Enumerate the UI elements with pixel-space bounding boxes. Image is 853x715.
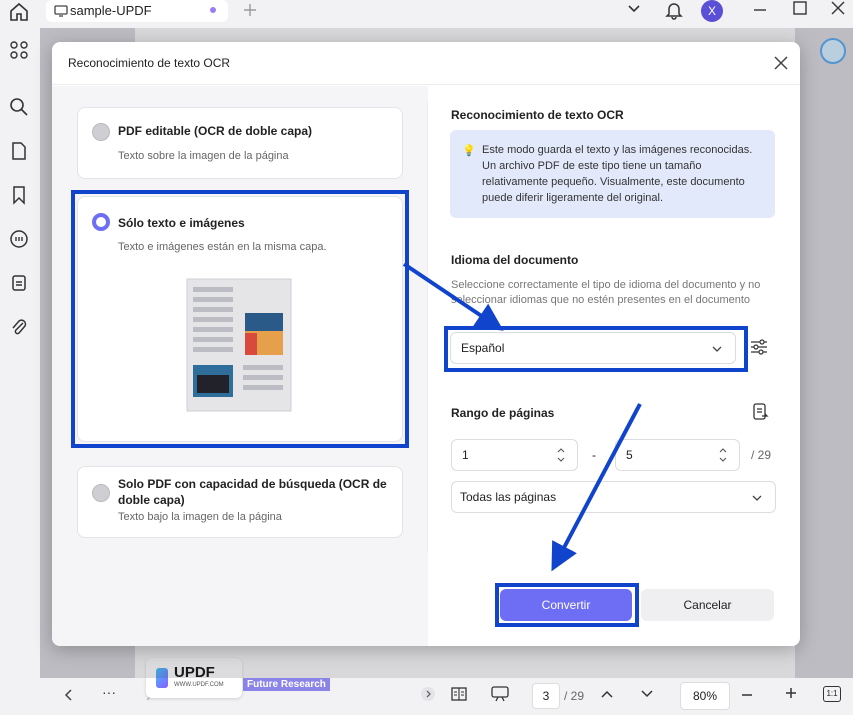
bell-icon[interactable]: [664, 0, 684, 20]
title-bar: sample-UPDF X: [0, 0, 853, 28]
page-controls: 3 / 29 80% 1:1: [412, 678, 853, 715]
left-toolbar: [0, 28, 40, 715]
divider: [52, 84, 800, 85]
close-icon[interactable]: [770, 52, 792, 74]
option-editable-pdf[interactable]: PDF editable (OCR de doble capa) Texto s…: [77, 107, 403, 179]
new-tab-icon[interactable]: [242, 2, 258, 18]
bottom-toolbar: ··· UPDF WWW.UPDF.COM Future Research 3 …: [0, 658, 853, 715]
page-icon[interactable]: [9, 141, 29, 161]
minimize-icon[interactable]: [752, 3, 768, 17]
apps-grid-icon[interactable]: [9, 40, 29, 60]
collapse-icon[interactable]: [420, 686, 436, 702]
home-icon[interactable]: [8, 2, 30, 22]
info-text: Este modo guarda el texto y las imágenes…: [482, 144, 753, 204]
language-label: Idioma del documento: [451, 253, 579, 267]
brand-url: WWW.UPDF.COM: [174, 682, 224, 688]
chevron-up-icon[interactable]: [600, 688, 614, 700]
page-total: / 29: [564, 689, 585, 703]
dialog-title: Reconocimiento de texto OCR: [68, 56, 231, 70]
search-icon[interactable]: [9, 97, 29, 117]
lightbulb-icon: 💡: [462, 145, 476, 157]
highlight-box-option: [71, 190, 409, 448]
bookmark-icon[interactable]: [9, 185, 29, 205]
reading-mode-icon[interactable]: [450, 685, 468, 703]
option-subtitle: Texto bajo la imagen de la página: [118, 511, 282, 523]
highlight-box-language: [444, 326, 748, 372]
info-box: 💡 Este modo guarda el texto y las imágen…: [450, 130, 775, 218]
maximize-icon[interactable]: [792, 0, 808, 16]
page-number-input[interactable]: 3: [532, 683, 560, 709]
comments-icon[interactable]: [9, 229, 29, 249]
chevron-left-icon[interactable]: [62, 688, 76, 702]
range-from-value: 1: [462, 448, 469, 462]
chevron-down-icon[interactable]: [640, 688, 654, 700]
range-from-input[interactable]: 1: [451, 439, 578, 471]
range-dash: -: [592, 448, 596, 462]
chevron-down-icon[interactable]: [626, 2, 642, 16]
radio-editable-pdf[interactable]: [92, 123, 110, 141]
actual-size-button[interactable]: 1:1: [823, 686, 841, 702]
info-title: Reconocimiento de texto OCR: [451, 108, 624, 122]
stamp-icon[interactable]: [9, 273, 29, 293]
zoom-level[interactable]: 80%: [680, 682, 730, 710]
radio-searchable-pdf[interactable]: [92, 484, 110, 502]
doc-label: Future Research: [243, 678, 330, 691]
page-range-icon[interactable]: [750, 402, 770, 422]
stepper-icon[interactable]: [718, 445, 728, 465]
range-to-input[interactable]: 5: [615, 439, 740, 471]
attachment-icon[interactable]: [9, 317, 29, 337]
option-title: Solo PDF con capacidad de búsqueda (OCR …: [118, 477, 387, 507]
language-settings-icon[interactable]: [749, 337, 769, 357]
highlight-box-convert: [495, 583, 639, 627]
option-title: PDF editable (OCR de doble capa): [118, 124, 313, 138]
option-subtitle: Texto sobre la imagen de la página: [118, 150, 289, 162]
zoom-in-icon[interactable]: [784, 686, 798, 700]
cancel-button[interactable]: Cancelar: [641, 589, 774, 621]
document-tab[interactable]: sample-UPDF: [46, 0, 228, 22]
language-hint: Seleccione correctamente el tipo de idio…: [451, 279, 761, 306]
panel-separator: [427, 102, 428, 552]
stepper-icon[interactable]: [556, 445, 566, 465]
tab-title: sample-UPDF: [70, 3, 152, 18]
page-subset-select[interactable]: Todas las páginas: [451, 481, 776, 513]
ocr-dialog: Reconocimiento de texto OCR PDF editable…: [52, 42, 800, 646]
presentation-icon[interactable]: [490, 685, 510, 703]
more-icon[interactable]: ···: [102, 684, 116, 700]
range-total: / 29: [751, 448, 772, 462]
monitor-icon: [54, 5, 68, 17]
range-to-value: 5: [626, 448, 633, 462]
page-subset-value: Todas las páginas: [460, 490, 557, 504]
avatar[interactable]: X: [701, 0, 723, 22]
page-range-label: Rango de páginas: [451, 406, 555, 420]
option-searchable-pdf[interactable]: Solo PDF con capacidad de búsqueda (OCR …: [77, 466, 403, 538]
unsaved-dot-icon: [210, 7, 216, 13]
zoom-out-icon[interactable]: [740, 688, 754, 702]
chevron-down-icon: [752, 495, 762, 501]
close-window-icon[interactable]: [830, 0, 846, 16]
